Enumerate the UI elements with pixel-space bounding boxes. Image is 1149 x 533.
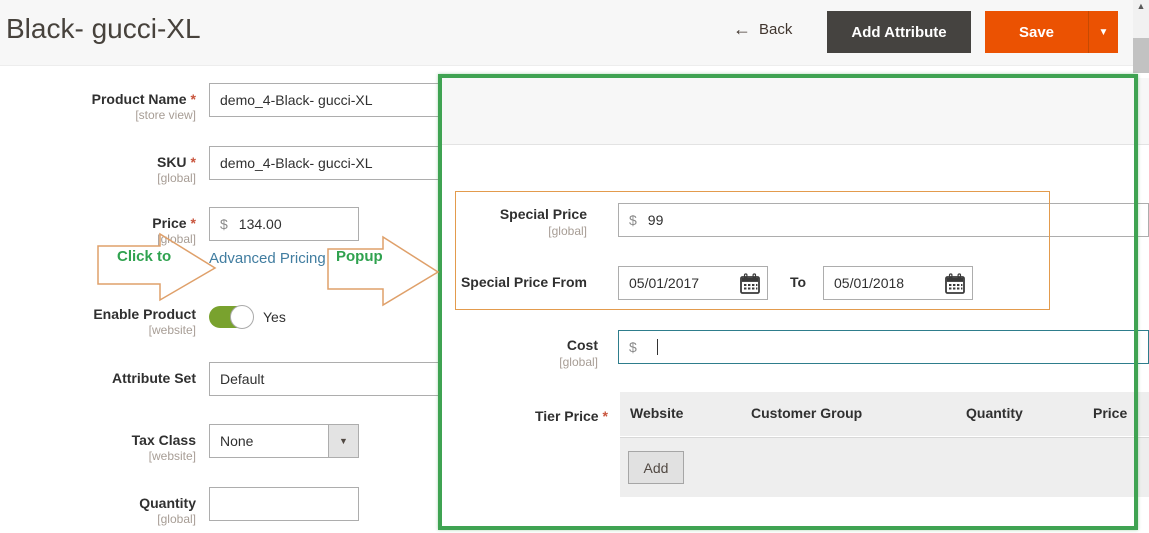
tier-price-add-row: Add [620, 437, 1149, 497]
page-header: Black- gucci-XL ← Back Add Attribute Sav… [0, 0, 1149, 66]
chevron-down-icon[interactable]: ▼ [328, 425, 358, 457]
back-button[interactable]: ← Back [733, 20, 792, 38]
tier-col-price: Price [1093, 405, 1127, 421]
calendar-icon[interactable] [943, 272, 967, 296]
quantity-scope: [global] [0, 512, 196, 526]
special-price-from-input[interactable]: 05/01/2017 [618, 266, 768, 300]
page-scrollbar[interactable]: ▲ [1133, 0, 1149, 73]
back-label: Back [759, 21, 792, 38]
special-price-label: Special Price [442, 206, 587, 222]
tax-class-label: Tax Class [0, 432, 196, 448]
quantity-label: Quantity [0, 495, 196, 511]
currency-prefix: $ [629, 339, 637, 355]
page-title: Black- gucci-XL [6, 13, 201, 45]
enable-product-value: Yes [263, 309, 286, 325]
required-asterisk: * [191, 91, 196, 107]
toggle-knob[interactable] [230, 305, 254, 329]
enable-product-label: Enable Product [0, 306, 196, 322]
tier-col-quantity: Quantity [966, 405, 1023, 421]
back-arrow-icon: ← [733, 20, 751, 38]
required-asterisk: * [191, 215, 196, 231]
quantity-input[interactable] [209, 487, 359, 521]
save-button[interactable]: Save ▼ [985, 11, 1118, 53]
special-price-to-input[interactable]: 05/01/2018 [823, 266, 973, 300]
special-price-from-label: Special Price From [442, 274, 587, 290]
tier-price-label: Tier Price* [442, 408, 608, 424]
tier-price-table-header: Website Customer Group Quantity Price [620, 392, 1149, 436]
save-label[interactable]: Save [985, 11, 1089, 53]
popup-header [442, 78, 1149, 145]
price-input[interactable]: $ 134.00 [209, 207, 359, 241]
tax-class-select[interactable]: None ▼ [209, 424, 359, 458]
tier-col-customer-group: Customer Group [751, 405, 862, 421]
required-asterisk: * [603, 408, 608, 424]
cost-scope: [global] [442, 355, 598, 369]
scrollbar-up-icon[interactable]: ▲ [1133, 1, 1149, 11]
advanced-pricing-link[interactable]: Advanced Pricing [209, 250, 326, 267]
add-attribute-button[interactable]: Add Attribute [827, 11, 971, 53]
currency-prefix: $ [629, 212, 637, 228]
tier-add-button[interactable]: Add [628, 451, 684, 484]
advanced-pricing-popup: Special Price [global] $ 99 Special Pric… [442, 78, 1149, 533]
cost-label: Cost [442, 337, 598, 353]
to-label: To [790, 274, 820, 290]
enable-product-scope: [website] [0, 323, 196, 337]
attribute-set-label: Attribute Set [0, 370, 196, 386]
required-asterisk: * [191, 154, 196, 170]
tier-col-website: Website [630, 405, 683, 421]
text-cursor [657, 339, 659, 355]
price-label: Price* [0, 215, 196, 231]
calendar-icon[interactable] [738, 272, 762, 296]
special-price-scope: [global] [442, 224, 587, 238]
special-price-input[interactable]: $ 99 [618, 203, 1149, 237]
sku-label: SKU* [0, 154, 196, 170]
scrollbar-thumb[interactable] [1133, 38, 1149, 73]
product-name-label: Product Name* [0, 91, 196, 107]
sku-scope: [global] [0, 171, 196, 185]
cost-input[interactable]: $ [618, 330, 1149, 364]
tax-class-scope: [website] [0, 449, 196, 463]
currency-prefix: $ [220, 216, 228, 232]
price-scope: [global] [0, 232, 196, 246]
product-name-scope: [store view] [0, 108, 196, 122]
enable-product-toggle[interactable] [209, 306, 253, 328]
save-dropdown-caret-icon[interactable]: ▼ [1089, 11, 1118, 53]
